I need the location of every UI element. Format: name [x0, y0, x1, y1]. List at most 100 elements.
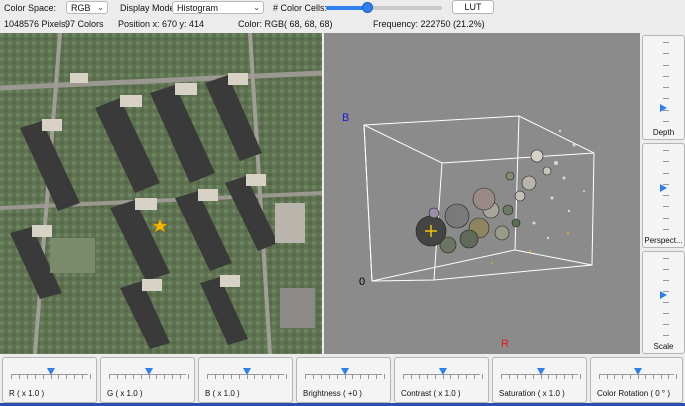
- slider-tick: [580, 374, 581, 379]
- slider-tick: [109, 374, 110, 379]
- slider-tick: [230, 374, 232, 379]
- slider-tick: [124, 374, 126, 379]
- slider-tick: [676, 374, 677, 379]
- g-slider-label: G ( x 1.0 ): [107, 389, 143, 398]
- slider-tick: [663, 280, 669, 281]
- slider-tick: [132, 374, 134, 379]
- slider-tick: [645, 374, 647, 379]
- slider-tick: [74, 374, 76, 379]
- color-space-select[interactable]: RGB ⌄: [66, 1, 108, 14]
- scale-slider-knob[interactable]: [660, 290, 667, 299]
- slider-tick: [663, 161, 669, 163]
- slider-tick: [66, 374, 68, 379]
- slider-tick: [434, 374, 436, 379]
- slider-tick: [376, 374, 378, 379]
- depth-slider-panel: Depth: [642, 35, 685, 140]
- slider-tick: [508, 374, 510, 379]
- slider-tick: [207, 374, 208, 379]
- slider-tick: [352, 374, 354, 379]
- slider-tick: [572, 374, 574, 379]
- toolbar: Color Space: RGB ⌄ Display Mode: Histogr…: [0, 0, 685, 16]
- slider-tick: [668, 374, 670, 379]
- color-cells-knob[interactable]: [361, 2, 373, 13]
- slider-tick: [663, 42, 669, 43]
- slider-tick: [214, 374, 216, 379]
- cursor-color: Color: RGB( 68, 68, 68): [238, 19, 333, 29]
- saturation-slider-label: Saturation ( x 1.0 ): [499, 389, 565, 398]
- chevron-down-icon: ⌄: [97, 3, 104, 12]
- slider-tick: [254, 374, 256, 379]
- slider-tick: [238, 374, 240, 379]
- slider-tick: [663, 53, 669, 55]
- slider-tick: [663, 217, 669, 219]
- brightness-slider-label: Brightness ( +0 ): [303, 389, 362, 398]
- slider-tick: [246, 374, 248, 379]
- color-cells-slider[interactable]: [326, 2, 442, 13]
- slider-tick: [188, 374, 189, 379]
- slider-tick: [663, 269, 669, 270]
- color-frequency: Frequency: 222750 (21.2%): [373, 19, 485, 29]
- slider-tick: [18, 374, 20, 379]
- slider-tick: [148, 374, 150, 379]
- slider-tick: [540, 374, 542, 379]
- lut-button[interactable]: LUT: [452, 0, 494, 14]
- slider-tick: [629, 374, 631, 379]
- slider-tick: [622, 374, 624, 379]
- aerial-image-drawing: [0, 33, 322, 354]
- slider-tick: [599, 374, 600, 379]
- b-slider-panel: B ( x 1.0 ): [198, 357, 293, 403]
- perspective-slider-knob[interactable]: [660, 183, 667, 192]
- color-space-value: RGB: [71, 3, 91, 13]
- slider-tick: [262, 374, 264, 379]
- axis-r-label: R: [501, 338, 509, 350]
- origin-label: 0: [359, 276, 365, 288]
- slider-tick: [663, 302, 669, 303]
- slider-tick: [663, 172, 669, 174]
- slider-tick: [450, 374, 452, 379]
- slider-tick: [564, 374, 566, 379]
- color-histogram-plot[interactable]: B R 0: [324, 33, 640, 354]
- slider-tick: [270, 374, 272, 379]
- slider-tick: [660, 374, 662, 379]
- slider-tick: [663, 64, 669, 66]
- adjustment-bar: R ( x 1.0 ) G ( x 1.0 ) B ( x 1.0 ) Brig…: [0, 357, 685, 406]
- slider-tick: [426, 374, 428, 379]
- contrast-slider-panel: Contrast ( x 1.0 ): [394, 357, 489, 403]
- source-image[interactable]: [0, 33, 322, 354]
- slider-tick: [663, 313, 669, 314]
- slider-tick: [305, 374, 306, 379]
- axis-b-label: B: [342, 112, 349, 124]
- slider-tick: [140, 374, 142, 379]
- slider-tick: [384, 374, 385, 379]
- pixel-count: 1048576 Pixels,: [4, 19, 69, 29]
- slider-tick: [663, 87, 669, 89]
- slider-tick: [82, 374, 84, 379]
- slider-tick: [164, 374, 166, 379]
- slider-tick: [663, 109, 669, 111]
- slider-tick: [328, 374, 330, 379]
- slider-tick: [663, 195, 669, 197]
- slider-tick: [663, 150, 669, 151]
- color-cells-label: # Color Cells:: [273, 3, 328, 13]
- perspective-label: Perspect...: [644, 236, 683, 245]
- slider-tick: [320, 374, 322, 379]
- r-slider-label: R ( x 1.0 ): [9, 389, 45, 398]
- color-rotation-slider-label: Color Rotation ( 0 ° ): [597, 389, 671, 398]
- slider-tick: [286, 374, 287, 379]
- display-mode-label: Display Mode:: [120, 3, 178, 13]
- depth-label: Depth: [652, 128, 675, 137]
- slider-tick: [278, 374, 280, 379]
- slider-tick: [344, 374, 346, 379]
- slider-tick: [548, 374, 550, 379]
- color-space-label: Color Space:: [4, 3, 57, 13]
- slider-tick: [418, 374, 420, 379]
- brightness-slider-panel: Brightness ( +0 ): [296, 357, 391, 403]
- slider-tick: [474, 374, 476, 379]
- color-rotation-slider-panel: Color Rotation ( 0 ° ): [590, 357, 683, 403]
- slider-tick: [458, 374, 460, 379]
- display-mode-select[interactable]: Histogram ⌄: [172, 1, 264, 14]
- display-mode-value: Histogram: [177, 3, 219, 13]
- r-slider-panel: R ( x 1.0 ): [2, 357, 97, 403]
- perspective-slider-panel: Perspect...: [642, 143, 685, 248]
- cursor-position: Position x: 670 y: 414: [118, 19, 205, 29]
